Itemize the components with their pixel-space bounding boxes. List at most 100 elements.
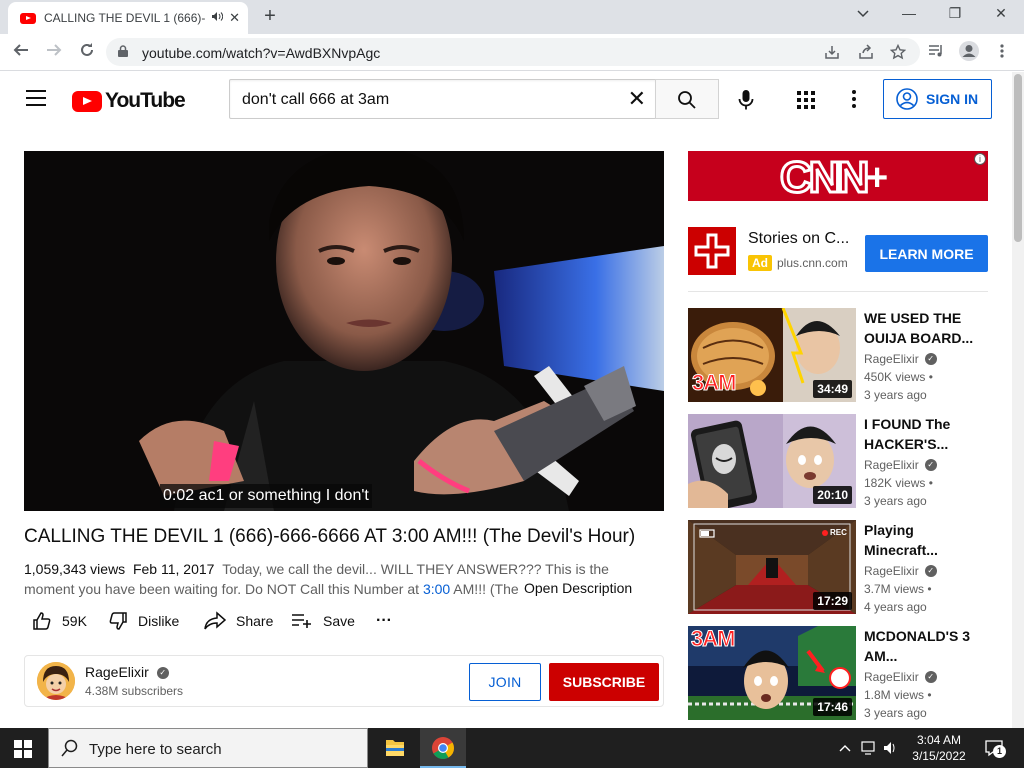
- install-icon[interactable]: [822, 44, 842, 64]
- browser-menu-icon[interactable]: [992, 44, 1012, 62]
- verified-icon: ✓: [924, 671, 937, 683]
- save-label: Save: [323, 613, 355, 629]
- tab-search-icon[interactable]: [848, 5, 878, 21]
- ad-title[interactable]: Stories on C...: [748, 230, 849, 248]
- channel-name-text[interactable]: RageElixir: [864, 458, 919, 472]
- video-thumbnail[interactable]: 3AM 34:49: [688, 308, 856, 402]
- dislike-button[interactable]: Dislike: [108, 610, 179, 632]
- apps-grid-icon[interactable]: [797, 91, 815, 109]
- windows-start-icon[interactable]: [14, 740, 32, 758]
- video-thumbnail[interactable]: 20:10: [688, 414, 856, 508]
- avatar[interactable]: [37, 662, 75, 700]
- taskbar-clock[interactable]: 3:04 AM 3/15/2022: [904, 732, 974, 764]
- sign-in-button[interactable]: SIGN IN: [883, 79, 992, 119]
- search-icon: [61, 739, 78, 757]
- close-window-button[interactable]: ✕: [986, 5, 1016, 22]
- channel-row: RageElixir ✓ 4.38M subscribers JOIN SUBS…: [24, 655, 664, 707]
- file-explorer-icon[interactable]: [372, 728, 418, 768]
- like-button[interactable]: 59K: [32, 610, 87, 632]
- search-button[interactable]: [655, 79, 719, 119]
- chrome-taskbar-icon[interactable]: [420, 728, 466, 768]
- ad-domain: plus.cnn.com: [777, 256, 848, 270]
- chevron-up-icon[interactable]: [839, 745, 851, 752]
- video-title[interactable]: WE USED THE OUIJA BOARD...: [864, 308, 988, 348]
- ad-info-icon[interactable]: i: [974, 153, 986, 165]
- video-title[interactable]: MCDONALD'S 3 AM...: [864, 626, 988, 666]
- scrollbar-thumb[interactable]: [1014, 74, 1022, 242]
- description-text-b: AM!!! (The: [450, 581, 519, 597]
- minimize-button[interactable]: —: [894, 5, 924, 21]
- channel-name-text[interactable]: RageElixir: [864, 670, 919, 684]
- advertiser-logo[interactable]: [688, 227, 736, 275]
- tab-close-icon[interactable]: ✕: [229, 10, 240, 26]
- settings-menu-icon[interactable]: [847, 89, 861, 109]
- voice-search-button[interactable]: [733, 87, 759, 113]
- recommended-video[interactable]: 20:10 I FOUND The HACKER'S... RageElixir…: [688, 414, 988, 508]
- clear-search-icon[interactable]: ✕: [628, 86, 646, 112]
- video-title: CALLING THE DEVIL 1 (666)-666-6666 AT 3:…: [24, 526, 636, 547]
- recommended-video[interactable]: 3AM 17:46 MCDONALD'S 3 AM... RageElixir ✓…: [688, 626, 988, 720]
- ad-banner[interactable]: CNN + i: [688, 151, 988, 201]
- youtube-logo[interactable]: YouTube: [72, 89, 186, 113]
- thumbs-down-icon: [109, 612, 127, 630]
- upload-age: 3 years ago: [864, 388, 927, 402]
- lock-icon[interactable]: [118, 44, 128, 57]
- subscribe-button[interactable]: SUBSCRIBE: [549, 663, 659, 701]
- search-input[interactable]: don't call 666 at 3am ✕: [229, 79, 657, 119]
- save-button[interactable]: Save: [291, 610, 355, 632]
- volume-icon[interactable]: [884, 742, 891, 754]
- system-tray[interactable]: [838, 738, 898, 761]
- reload-button[interactable]: [76, 42, 98, 63]
- share-label: Share: [236, 613, 274, 629]
- video-player[interactable]: [24, 151, 664, 511]
- forward-button[interactable]: [43, 42, 65, 63]
- browser-tab[interactable]: CALLING THE DEVIL 1 (666)- ✕: [8, 2, 248, 34]
- channel-name[interactable]: RageElixir ✓: [864, 458, 937, 472]
- share-icon[interactable]: [856, 44, 876, 64]
- video-title[interactable]: I FOUND The HACKER'S...: [864, 414, 988, 454]
- notification-center-icon[interactable]: 1: [984, 738, 1006, 758]
- join-button[interactable]: JOIN: [469, 663, 541, 701]
- taskbar-search-input[interactable]: Type here to search: [48, 728, 368, 768]
- media-control-icon[interactable]: [926, 44, 946, 62]
- video-duration: 17:46: [813, 698, 852, 716]
- channel-name[interactable]: RageElixir ✓: [864, 670, 937, 684]
- share-arrow-icon: [204, 611, 226, 630]
- hamburger-menu-icon[interactable]: [26, 90, 46, 106]
- cnn-plus-logo: CNN +: [688, 151, 988, 201]
- channel-name[interactable]: RageElixir ✓: [864, 564, 937, 578]
- url-text[interactable]: youtube.com/watch?v=AwdBXNvpAgc: [142, 45, 380, 61]
- more-actions-button[interactable]: ···: [376, 610, 392, 632]
- recommended-video[interactable]: 3AM 34:49 WE USED THE OUIJA BOARD... Rag…: [688, 308, 988, 402]
- back-button[interactable]: [10, 42, 32, 63]
- channel-name[interactable]: RageElixir ✓: [864, 352, 937, 366]
- address-bar[interactable]: youtube.com/watch?v=AwdBXNvpAgc: [106, 38, 920, 66]
- channel-name-text[interactable]: RageElixir: [864, 352, 919, 366]
- video-thumbnail[interactable]: REC 17:29: [688, 520, 856, 614]
- recommended-video[interactable]: REC 17:29 Playing Minecraft... RageElixi…: [688, 520, 988, 614]
- video-title[interactable]: Playing Minecraft...: [864, 520, 988, 560]
- upload-age: 3 years ago: [864, 706, 927, 720]
- page-scrollbar[interactable]: [1012, 72, 1024, 728]
- browser-toolbar: youtube.com/watch?v=AwdBXNvpAgc: [0, 34, 1024, 71]
- search-query[interactable]: don't call 666 at 3am: [242, 91, 389, 109]
- windows-taskbar: Type here to search 3:04 AM 3/15/2022 1: [0, 728, 1024, 768]
- channel-name[interactable]: RageElixir ✓: [85, 664, 169, 680]
- bookmark-star-icon[interactable]: [888, 43, 908, 64]
- channel-name-text[interactable]: RageElixir: [85, 664, 149, 680]
- new-tab-button[interactable]: +: [259, 5, 281, 28]
- channel-name-text[interactable]: RageElixir: [864, 564, 919, 578]
- microphone-icon: [738, 90, 754, 110]
- learn-more-button[interactable]: LEARN MORE: [865, 235, 988, 272]
- share-button[interactable]: Share: [204, 610, 273, 632]
- logo-wordmark: YouTube: [105, 89, 186, 112]
- open-description-button[interactable]: Open Description: [520, 580, 633, 596]
- restore-button[interactable]: ❐: [940, 5, 970, 22]
- thumbs-up-icon: [33, 612, 51, 630]
- video-thumbnail[interactable]: 3AM 17:46: [688, 626, 856, 720]
- cnn-plus-symbol: +: [866, 157, 888, 199]
- profile-icon[interactable]: [958, 40, 979, 66]
- network-icon[interactable]: [861, 741, 875, 752]
- speaker-icon[interactable]: [211, 11, 224, 25]
- timestamp-link[interactable]: 3:00: [423, 581, 450, 597]
